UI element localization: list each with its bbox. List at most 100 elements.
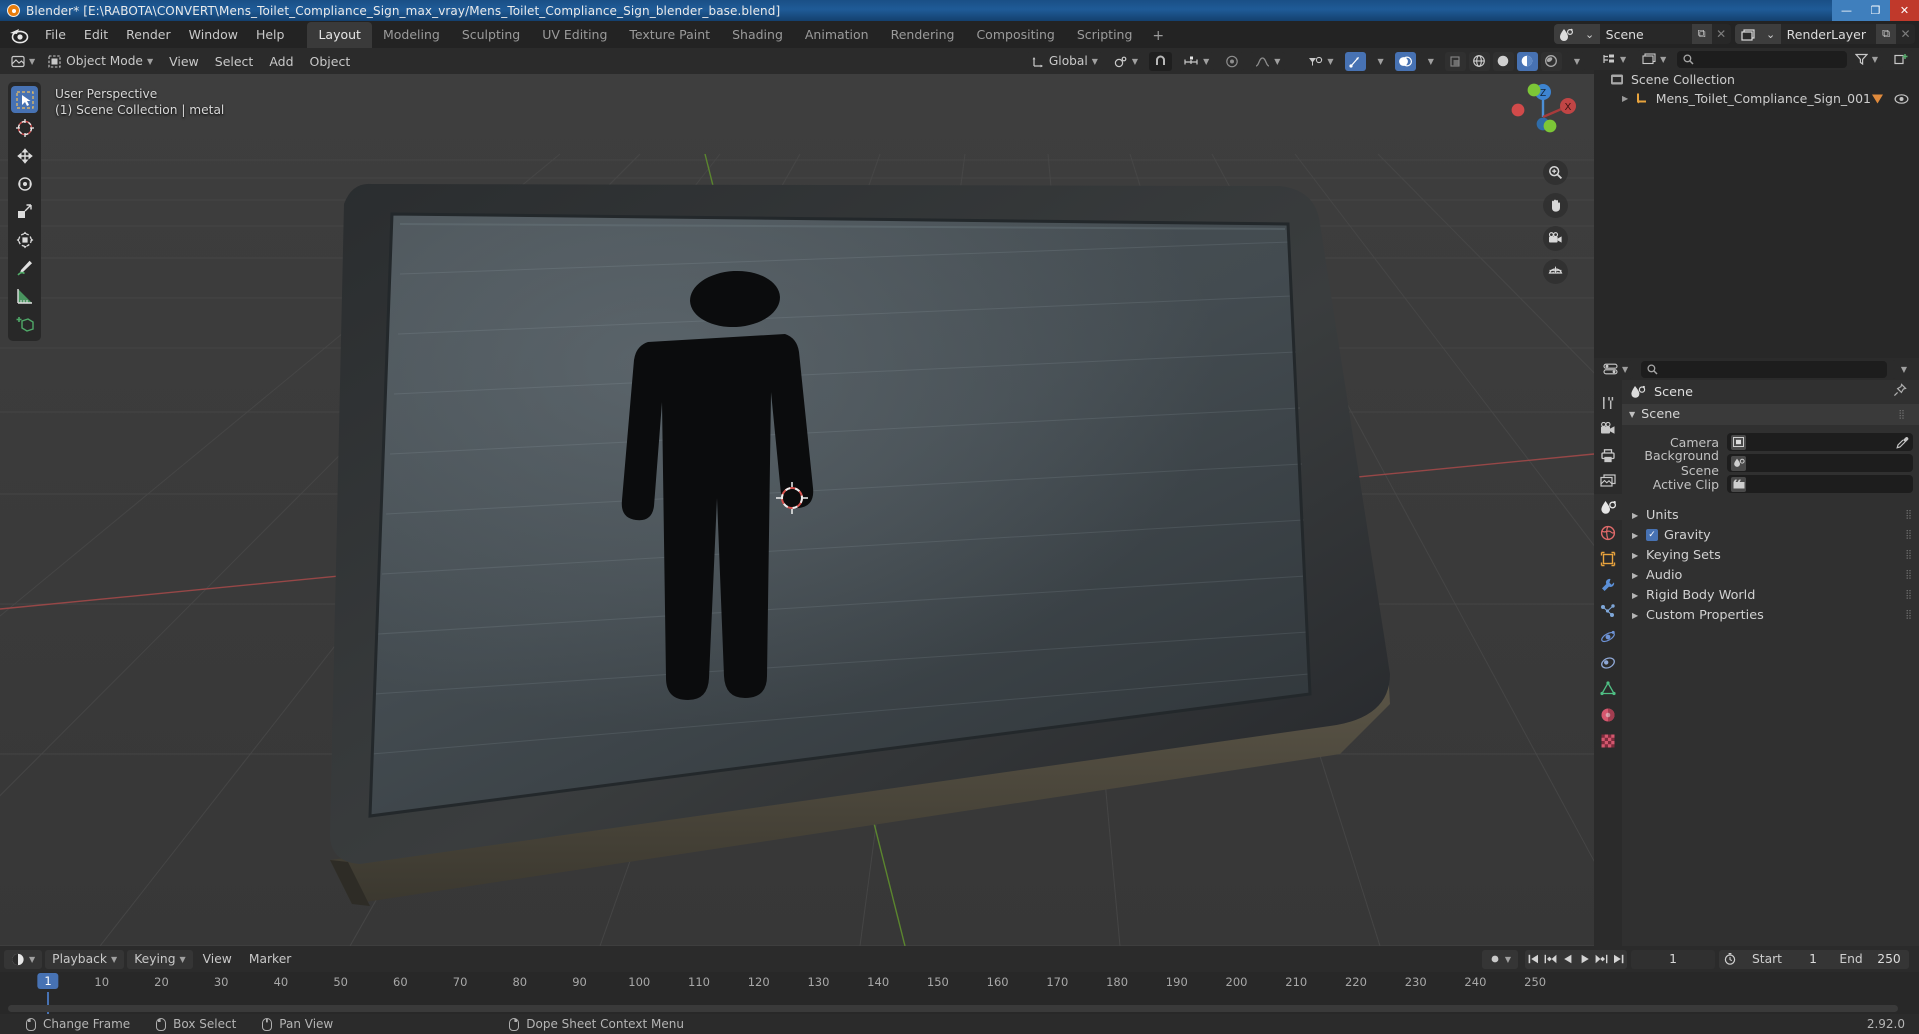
- maximize-button[interactable]: ❐: [1861, 0, 1890, 21]
- section-gravity[interactable]: ▶ ✓ Gravity ⣿: [1622, 525, 1919, 545]
- auto-keying-toggle[interactable]: ▼: [1481, 949, 1518, 969]
- add-workspace-button[interactable]: +: [1143, 24, 1173, 48]
- jump-to-previous-keyframe-button[interactable]: [1542, 950, 1559, 969]
- tab-modifiers[interactable]: [1594, 572, 1622, 598]
- snap-settings-selector[interactable]: ▼: [1178, 51, 1215, 71]
- viewlayer-dropdown-caret[interactable]: ⌄: [1760, 24, 1781, 44]
- shading-solid-button[interactable]: [1492, 51, 1514, 71]
- hide-eye-icon[interactable]: [1894, 93, 1909, 105]
- editor-type-button[interactable]: ▼: [6, 51, 41, 71]
- tab-particles[interactable]: [1594, 598, 1622, 624]
- shading-rendered-button[interactable]: [1540, 51, 1562, 71]
- current-frame-indicator[interactable]: 1: [37, 973, 59, 989]
- tab-shading[interactable]: Shading: [721, 22, 794, 48]
- expand-triangle-icon[interactable]: ▶: [1622, 94, 1632, 103]
- tab-scripting[interactable]: Scripting: [1066, 22, 1144, 48]
- outliner-filter-button[interactable]: ▼: [1849, 49, 1883, 69]
- section-custom-properties[interactable]: ▶ Custom Properties ⣿: [1622, 605, 1919, 625]
- section-audio[interactable]: ▶ Audio ⣿: [1622, 565, 1919, 585]
- pivot-point-selector[interactable]: ▼: [1108, 51, 1144, 71]
- new-scene-button[interactable]: ⧉: [1691, 24, 1712, 44]
- tab-constraints[interactable]: [1594, 650, 1622, 676]
- shading-wireframe-button[interactable]: [1468, 51, 1490, 71]
- shading-settings-caret[interactable]: ▼: [1564, 51, 1585, 71]
- pan-hand-icon[interactable]: [1543, 193, 1568, 218]
- tab-scene[interactable]: [1594, 494, 1622, 520]
- xray-toggle[interactable]: [1444, 51, 1466, 71]
- show-overlays-toggle[interactable]: [1394, 51, 1416, 71]
- outliner-display-mode-selector[interactable]: ▼: [1637, 49, 1672, 69]
- visibility-selector[interactable]: ▼: [1303, 51, 1339, 71]
- transform-tool[interactable]: [11, 226, 38, 253]
- tab-tool[interactable]: [1594, 390, 1622, 416]
- scene-name[interactable]: Scene: [1600, 27, 1692, 42]
- remove-viewlayer-button[interactable]: ✕: [1896, 27, 1915, 41]
- rotate-tool[interactable]: [11, 170, 38, 197]
- menu-help[interactable]: Help: [247, 24, 294, 45]
- tab-sculpting[interactable]: Sculpting: [451, 22, 531, 48]
- section-units[interactable]: ▶ Units ⣿: [1622, 505, 1919, 525]
- viewlayer-selector[interactable]: ⌄ RenderLayer ⧉ ✕: [1734, 24, 1915, 44]
- unlink-scene-button[interactable]: ✕: [1712, 27, 1731, 41]
- pin-icon[interactable]: [1893, 383, 1911, 401]
- timeline-view-menu[interactable]: View: [196, 950, 239, 969]
- use-preview-range-icon[interactable]: [1719, 953, 1741, 965]
- properties-options-caret[interactable]: ▼: [1891, 359, 1912, 379]
- transform-orientation-selector[interactable]: Global ▼: [1025, 51, 1103, 71]
- tab-texture[interactable]: [1594, 728, 1622, 754]
- active-clip-field[interactable]: [1727, 475, 1913, 493]
- viewlayer-name[interactable]: RenderLayer: [1781, 27, 1876, 42]
- camera-view-icon[interactable]: [1543, 226, 1568, 251]
- section-rigid-body-world[interactable]: ▶ Rigid Body World ⣿: [1622, 585, 1919, 605]
- viewport-menu-view[interactable]: View: [161, 52, 207, 71]
- tab-output[interactable]: [1594, 442, 1622, 468]
- timeline-ruler[interactable]: 1 10 20 30 40 50 60 70 80 90 100 110 120 130 140 150 160…: [0, 972, 1919, 992]
- jump-to-end-button[interactable]: [1610, 950, 1627, 969]
- tab-modeling[interactable]: Modeling: [372, 22, 451, 48]
- menu-window[interactable]: Window: [180, 24, 247, 45]
- tab-data[interactable]: [1594, 676, 1622, 702]
- tab-physics[interactable]: [1594, 624, 1622, 650]
- close-button[interactable]: ✕: [1890, 0, 1919, 21]
- tab-material[interactable]: [1594, 702, 1622, 728]
- mesh-data-icon[interactable]: [1871, 93, 1884, 105]
- 3d-viewport[interactable]: ▼ Object Mode ▼ View Select Add Object G…: [0, 48, 1594, 946]
- tab-animation[interactable]: Animation: [794, 22, 880, 48]
- show-gizmo-toggle[interactable]: [1344, 51, 1366, 71]
- new-viewlayer-button[interactable]: ⧉: [1876, 24, 1896, 44]
- navigation-gizmo[interactable]: Z X: [1506, 80, 1580, 154]
- scene-dropdown-caret[interactable]: ⌄: [1579, 24, 1600, 44]
- new-collection-button[interactable]: [1889, 49, 1913, 69]
- timeline-horizontal-scrollbar[interactable]: [8, 1005, 1898, 1012]
- scene-selector[interactable]: ⌄ Scene ⧉ ✕: [1553, 24, 1731, 44]
- overlay-settings-caret[interactable]: ▼: [1418, 51, 1439, 71]
- scale-tool[interactable]: [11, 198, 38, 225]
- toggle-orthographic-grid-icon[interactable]: [1543, 259, 1568, 284]
- blender-logo-icon[interactable]: [8, 25, 30, 45]
- gravity-checkbox[interactable]: ✓: [1646, 529, 1658, 541]
- zoom-icon[interactable]: [1543, 160, 1568, 185]
- outliner-row-object[interactable]: ▶ Mens_Toilet_Compliance_Sign_001: [1594, 89, 1919, 108]
- tab-uv-editing[interactable]: UV Editing: [531, 22, 618, 48]
- properties-editor-type-button[interactable]: ▼: [1598, 359, 1634, 379]
- playback-menu[interactable]: Playback ▼: [45, 949, 125, 969]
- measure-tool[interactable]: [11, 282, 38, 309]
- timeline-marker-menu[interactable]: Marker: [242, 950, 299, 969]
- proportional-editing-toggle[interactable]: [1220, 51, 1245, 71]
- viewport-canvas[interactable]: [0, 74, 1594, 946]
- tweak-select-box-tool[interactable]: [11, 86, 38, 113]
- minimize-button[interactable]: —: [1832, 0, 1861, 21]
- play-reverse-button[interactable]: [1559, 950, 1576, 969]
- outliner-row-scene-collection[interactable]: Scene Collection: [1594, 70, 1919, 89]
- tab-object[interactable]: [1594, 546, 1622, 572]
- tab-world[interactable]: [1594, 520, 1622, 546]
- eyedropper-icon[interactable]: [1896, 436, 1909, 449]
- timeline-editor-type-button[interactable]: ▼: [4, 949, 43, 969]
- shading-material-preview-button[interactable]: [1516, 51, 1538, 71]
- menu-edit[interactable]: Edit: [75, 24, 117, 45]
- snap-magnet-toggle[interactable]: [1149, 51, 1173, 71]
- jump-to-start-button[interactable]: [1525, 950, 1542, 969]
- object-mode-selector[interactable]: Object Mode ▼: [43, 51, 159, 71]
- background-scene-field[interactable]: [1727, 454, 1913, 472]
- falloff-type-selector[interactable]: ▼: [1250, 51, 1286, 71]
